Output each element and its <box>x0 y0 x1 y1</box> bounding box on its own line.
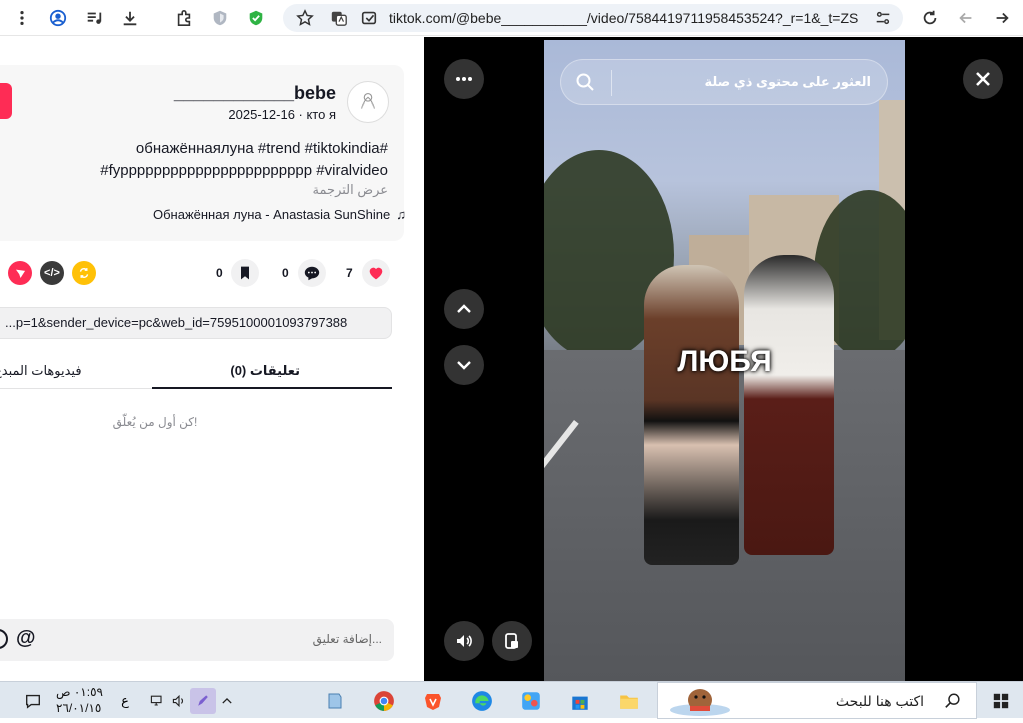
close-icon <box>976 72 990 86</box>
follow-button[interactable] <box>0 83 12 119</box>
pen-icon[interactable] <box>190 688 216 714</box>
reload-icon[interactable] <box>920 8 940 28</box>
action-bar: 7 0 0 </> <box>0 259 424 289</box>
music-link[interactable]: Обнажённая луна - Anastasia SunShine ♫ <box>153 207 406 222</box>
store-icon[interactable] <box>567 688 593 714</box>
media-controls-icon[interactable] <box>84 8 104 28</box>
empty-comments-message: كن أول من يُعلّق! <box>112 415 198 429</box>
language-indicator[interactable]: ع <box>112 688 138 714</box>
comment-button[interactable] <box>298 259 326 287</box>
chevron-up-icon[interactable] <box>214 688 240 714</box>
floating-player-button[interactable] <box>492 621 532 661</box>
folder-icon[interactable] <box>616 688 642 714</box>
back-arrow-icon[interactable] <box>956 8 976 28</box>
volume-button[interactable] <box>444 621 484 661</box>
speaker-icon <box>457 635 472 647</box>
related-search-input[interactable]: العثور على محتوى ذي صلة <box>560 59 888 105</box>
post-details-panel: ____________bebe 2025-12-16 · кто я обна… <box>0 37 424 681</box>
description-line-1: обнажённаялуна #trend #tiktokindia# <box>135 140 388 157</box>
profile-icon[interactable] <box>48 8 68 28</box>
tab-comments[interactable]: (0) تعليقات <box>230 363 300 379</box>
vpn-shield-icon[interactable] <box>246 8 266 28</box>
taskbar-search-box[interactable]: اكتب هنا للبحث <box>657 682 977 719</box>
extensions-icon[interactable] <box>174 8 194 28</box>
heart-icon <box>369 267 383 280</box>
translate-page-icon[interactable] <box>329 8 349 28</box>
shield-icon[interactable] <box>210 8 230 28</box>
brave-icon[interactable] <box>420 688 446 714</box>
avatar[interactable] <box>347 81 389 123</box>
file-manager-icon[interactable] <box>322 688 348 714</box>
embed-code-icon[interactable]: </> <box>40 261 64 285</box>
mention-icon[interactable]: @ <box>16 627 36 650</box>
windows-taskbar: ٠١:٥٩ ص ٢٦/٠١/١٥ ع اكتب هنا للبحث <box>0 681 1023 719</box>
chevron-down-icon <box>457 361 471 370</box>
chrome-icon[interactable] <box>371 688 397 714</box>
game-app-icon[interactable] <box>518 688 544 714</box>
next-video-button[interactable] <box>444 345 484 385</box>
search-icon <box>575 72 595 97</box>
floating-player-icon <box>505 633 518 649</box>
clock-time: ٠١:٥٩ ص <box>56 685 103 699</box>
description-line-2: #fyppppppppppppppppppppppp #viralvideo <box>100 162 388 179</box>
video-frame[interactable]: ЛЮБЯ <box>544 40 905 681</box>
like-button[interactable] <box>362 259 390 287</box>
save-count: 0 <box>216 266 223 280</box>
bookmark-star-icon[interactable] <box>295 8 315 28</box>
save-button[interactable] <box>231 259 259 287</box>
edge-icon[interactable] <box>469 688 495 714</box>
send-icon[interactable] <box>8 261 32 285</box>
search-placeholder: العثور على محتوى ذي صلة <box>704 74 871 89</box>
like-count: 7 <box>346 266 353 280</box>
video-player-area: ЛЮБЯ <box>424 37 1023 681</box>
comment-icon <box>304 266 320 281</box>
see-translation-link[interactable]: عرض الترجمة <box>313 182 388 198</box>
search-divider <box>611 70 612 96</box>
dancer-left-image <box>644 265 739 565</box>
username[interactable]: ____________bebe <box>174 83 336 104</box>
forward-arrow-icon[interactable] <box>992 8 1012 28</box>
search-icon <box>944 692 962 715</box>
emoji-icon[interactable] <box>0 629 8 649</box>
comment-count: 0 <box>282 266 289 280</box>
kebab-menu-icon[interactable] <box>12 8 32 28</box>
repost-icon[interactable] <box>72 261 96 285</box>
page-settings-icon[interactable] <box>873 8 893 28</box>
search-mascot-icon <box>662 684 742 723</box>
video-caption-overlay: ЛЮБЯ <box>677 345 772 378</box>
url-text: tiktok.com/@bebe___________/video/758441… <box>389 10 859 26</box>
clock-date: ٢٦/٠١/١٥ <box>56 701 102 715</box>
previous-video-button[interactable] <box>444 289 484 329</box>
more-dots-icon <box>456 77 472 81</box>
notifications-icon[interactable] <box>20 688 46 714</box>
volume-tray-icon[interactable] <box>166 688 192 714</box>
music-title: Обнажённая луна - Anastasia SunShine <box>152 207 391 222</box>
comment-input[interactable]: @ إضافة تعليق... <box>0 619 394 661</box>
video-link-box[interactable]: ...p=1&sender_device=pc&web_id=759510000… <box>0 307 392 339</box>
site-info-icon[interactable] <box>359 8 379 28</box>
tab-creator-videos[interactable]: فيديوهات المبدع <box>0 363 82 379</box>
taskbar-search-placeholder: اكتب هنا للبحث <box>835 693 924 709</box>
active-tab-indicator <box>152 387 392 389</box>
address-bar[interactable]: tiktok.com/@bebe___________/video/758441… <box>283 4 903 32</box>
music-note-icon: ♫ <box>396 207 406 222</box>
bookmark-icon <box>241 266 249 280</box>
download-icon[interactable] <box>120 8 140 28</box>
comment-placeholder: إضافة تعليق... <box>312 632 382 646</box>
close-button[interactable] <box>963 59 1003 99</box>
dancer-right-image <box>744 255 834 555</box>
comments-tabs: (0) تعليقات فيديوهات المبدع <box>0 353 392 389</box>
post-description: обнажённаялуна #trend #tiktokindia# #fyp… <box>28 138 388 182</box>
post-date: 2025-12-16 · кто я <box>228 107 336 122</box>
more-options-button[interactable] <box>444 59 484 99</box>
taskbar-clock[interactable]: ٠١:٥٩ ص ٢٦/٠١/١٥ <box>56 684 103 716</box>
browser-toolbar: tiktok.com/@bebe___________/video/758441… <box>0 0 1023 36</box>
windows-start-icon[interactable] <box>988 688 1014 714</box>
chevron-up-icon <box>457 304 471 313</box>
